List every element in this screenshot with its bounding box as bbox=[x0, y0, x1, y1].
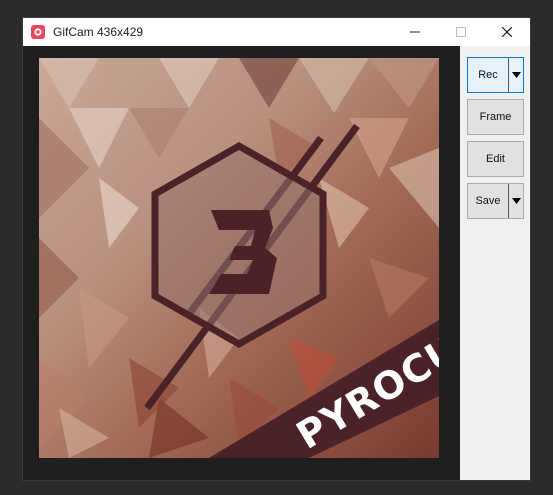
close-button[interactable] bbox=[484, 18, 530, 46]
minimize-button[interactable] bbox=[392, 18, 438, 46]
captured-image: PYROCUY bbox=[39, 58, 439, 458]
chevron-down-icon bbox=[511, 72, 521, 78]
title-bar[interactable]: GifCam 436x429 bbox=[23, 18, 530, 46]
minimize-icon bbox=[410, 31, 420, 33]
close-icon bbox=[502, 27, 512, 37]
edit-label: Edit bbox=[486, 153, 505, 165]
rec-button[interactable]: Rec bbox=[467, 57, 524, 93]
capture-frame[interactable]: PYROCUY bbox=[23, 46, 460, 480]
gifcam-app-icon bbox=[31, 25, 45, 39]
toolbar-panel: Rec Frame Edit Save bbox=[460, 46, 530, 480]
save-label: Save bbox=[475, 195, 501, 207]
window-title: GifCam 436x429 bbox=[53, 25, 144, 39]
maximize-button[interactable] bbox=[438, 18, 484, 46]
save-dropdown[interactable] bbox=[508, 184, 523, 218]
frame-label: Frame bbox=[479, 111, 512, 123]
rec-dropdown[interactable] bbox=[508, 58, 523, 92]
gifcam-window: GifCam 436x429 PYROCUY Rec Frame Edit Sa… bbox=[22, 17, 531, 481]
chevron-down-icon bbox=[511, 198, 521, 204]
edit-button[interactable]: Edit bbox=[467, 141, 524, 177]
save-button[interactable]: Save bbox=[467, 183, 524, 219]
frame-button[interactable]: Frame bbox=[467, 99, 524, 135]
logo-hexagon bbox=[151, 141, 327, 349]
rec-label: Rec bbox=[478, 69, 498, 81]
maximize-icon bbox=[456, 27, 466, 37]
captured-artwork: PYROCUY bbox=[39, 58, 439, 458]
